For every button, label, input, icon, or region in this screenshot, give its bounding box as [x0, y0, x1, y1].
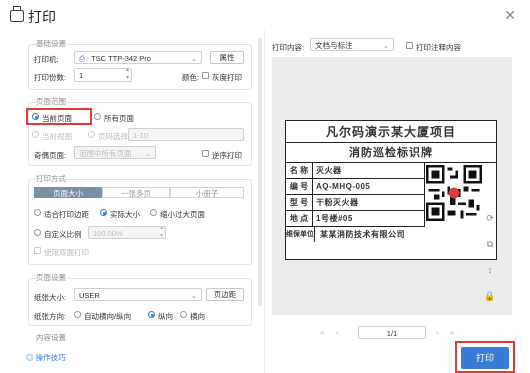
preview-label-card: 凡尔码演示某大厦项目 消防巡检标识牌 名 称 灭火器 编 号 AQ-MHQ-00…: [285, 120, 497, 260]
settings-scrollbar[interactable]: [258, 38, 262, 306]
shrink-large-label: 缩小过大页面: [160, 210, 205, 219]
current-page-radio[interactable]: [32, 113, 39, 120]
properties-button[interactable]: 属性: [210, 51, 244, 64]
pager: « ‹ 1/1 › »: [272, 326, 512, 339]
copy-page-icon[interactable]: ⧉: [484, 238, 496, 250]
fit-printable-label: 适合打印边距: [44, 210, 89, 219]
tab-multi-page[interactable]: 一张多页: [102, 187, 170, 198]
color-label: 颜色:: [182, 73, 200, 82]
help-link[interactable]: ◎ 操作技巧: [26, 352, 66, 363]
label-divider: [424, 163, 425, 227]
page-number-input[interactable]: 1/1: [358, 326, 426, 339]
group-title-content: 内容设置: [36, 333, 66, 342]
print-button[interactable]: 打印: [461, 347, 509, 369]
settings-panel: 基础设置 打印机: ⎙ TSC TTP-342 Pro ⌄ 属性 打印份数: 1…: [22, 32, 254, 342]
label-row: 名 称 灭火器: [286, 163, 424, 179]
auto-orientation-label: 自动横向/纵向: [84, 312, 132, 321]
stepper-icon[interactable]: ▴ ▾: [160, 224, 163, 240]
portrait-radio[interactable]: [148, 311, 155, 318]
all-pages-radio[interactable]: [94, 113, 101, 120]
odd-even-value: 范围中所有页面: [79, 149, 132, 158]
last-page-icon[interactable]: »: [450, 328, 454, 337]
double-sided-label: 使用双面打印: [44, 248, 89, 257]
content-label: 打印内容:: [272, 43, 305, 52]
all-pages-label: 所有页面: [104, 114, 134, 123]
label-subtitle: 消防巡检标识牌: [286, 143, 496, 163]
portrait-label: 纵向: [158, 312, 173, 321]
content-select[interactable]: 文档与标注 ⌄: [310, 38, 394, 51]
current-page-label: 当前页面: [42, 114, 72, 123]
tab-page-size[interactable]: 页面大小: [34, 187, 102, 198]
first-page-icon[interactable]: «: [320, 328, 324, 337]
content-value: 文档与标注: [315, 41, 353, 50]
auto-orientation-radio[interactable]: [74, 311, 81, 318]
printer-label: 打印机:: [34, 55, 59, 64]
paper-size-select[interactable]: USER ⌄: [74, 288, 202, 301]
odd-even-label: 奇偶页面:: [34, 151, 67, 160]
prev-page-icon[interactable]: ‹: [336, 328, 339, 337]
dialog-title: 打印: [28, 9, 56, 25]
label-title: 凡尔码演示某大厦项目: [286, 121, 496, 143]
grayscale-label: 灰度打印: [212, 73, 242, 82]
margins-button[interactable]: 页边距: [206, 288, 244, 301]
double-sided-checkbox[interactable]: [34, 247, 41, 254]
page-select-label: 页码选择:: [98, 132, 131, 141]
current-view-label: 当前视图: [42, 132, 72, 141]
custom-scale-label: 自定义比例: [44, 230, 82, 239]
reverse-label: 逆序打印: [212, 151, 242, 160]
custom-scale-input[interactable]: 100.00% ▴ ▾: [88, 224, 166, 240]
label-row: 地 点 1号楼#05: [286, 211, 424, 227]
actual-size-radio[interactable]: [100, 209, 107, 216]
fit-height-icon[interactable]: ↕: [484, 264, 496, 276]
chevron-down-icon: ⌄: [382, 41, 389, 50]
rotate-icon[interactable]: ⟳: [484, 212, 496, 224]
print-annotations-label: 打印注释内容: [416, 43, 461, 52]
actual-size-label: 实际大小: [110, 210, 140, 219]
close-icon[interactable]: ✕: [504, 7, 516, 24]
landscape-radio[interactable]: [180, 311, 187, 318]
tab-booklet[interactable]: 小册子: [170, 187, 244, 198]
page-select-input[interactable]: 1-10: [128, 128, 244, 141]
label-row: 型 号 干粉灭火器: [286, 195, 424, 211]
printer-small-icon: ⎙: [79, 54, 85, 63]
copies-input[interactable]: 1 ▴ ▾: [74, 66, 132, 82]
printer-select[interactable]: ⎙ TSC TTP-342 Pro ⌄: [74, 51, 202, 64]
stepper-icon[interactable]: ▴ ▾: [126, 66, 129, 82]
print-annotations-checkbox[interactable]: [406, 42, 413, 49]
panel-divider: [264, 30, 265, 373]
label-row: 维保单位 某某消防技术有限公司: [286, 227, 496, 243]
reverse-checkbox[interactable]: [202, 150, 209, 157]
orientation-label: 纸张方向:: [34, 312, 67, 321]
paper-size-label: 纸张大小:: [34, 293, 67, 302]
lock-icon[interactable]: 🔒: [484, 290, 496, 302]
grayscale-checkbox[interactable]: [202, 72, 209, 79]
page-select-radio[interactable]: [88, 131, 95, 138]
copies-label: 打印份数:: [34, 73, 67, 82]
title-bar: 打印 ✕: [0, 0, 530, 32]
shrink-large-radio[interactable]: [150, 209, 157, 216]
current-view-radio[interactable]: [32, 131, 39, 138]
custom-scale-value: 100.00%: [93, 229, 123, 238]
label-row: 编 号 AQ-MHQ-005: [286, 179, 424, 195]
chevron-down-icon: ⌄: [190, 54, 197, 63]
printer-icon: [10, 6, 24, 22]
paper-size-value: USER: [79, 291, 100, 300]
qr-code-image: [426, 165, 482, 221]
landscape-label: 横向: [190, 312, 205, 321]
printer-value: TSC TTP-342 Pro: [91, 54, 151, 63]
copies-value: 1: [79, 71, 84, 80]
next-page-icon[interactable]: ›: [436, 328, 439, 337]
odd-even-select[interactable]: 范围中所有页面 ⌄: [74, 146, 156, 159]
custom-scale-radio[interactable]: [34, 229, 41, 236]
help-icon: ◎: [26, 353, 34, 362]
chevron-down-icon: ⌄: [144, 149, 151, 158]
chevron-down-icon: ⌄: [190, 291, 197, 300]
fit-printable-radio[interactable]: [34, 209, 41, 216]
